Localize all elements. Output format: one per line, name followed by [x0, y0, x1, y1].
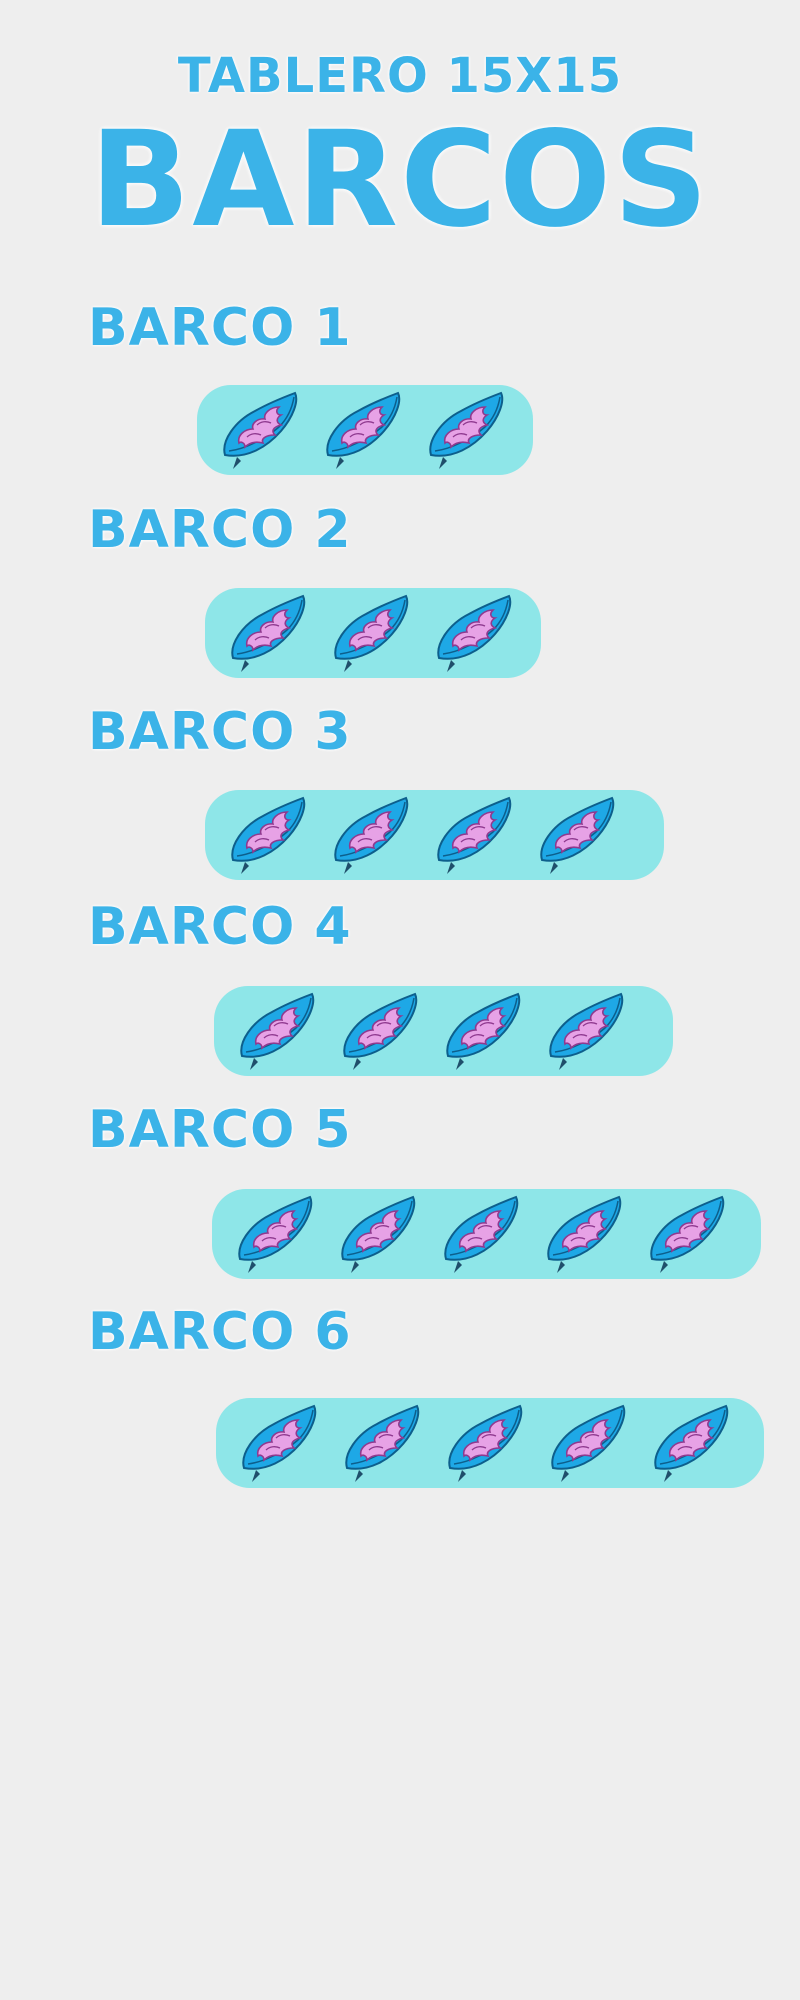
surfboard-icon: [543, 1404, 629, 1484]
surfboard-icon: [230, 1195, 316, 1275]
surfboard-icon: [335, 992, 421, 1072]
ship-tray-2[interactable]: [205, 588, 541, 678]
ship-tray-4[interactable]: [214, 986, 673, 1076]
surfboard-icon: [421, 391, 507, 471]
surfboard-icon: [223, 594, 309, 674]
surfboard-icon: [333, 1195, 419, 1275]
surfboard-icon: [646, 1404, 732, 1484]
ship-tray-5[interactable]: [212, 1189, 761, 1279]
surfboard-icon: [232, 992, 318, 1072]
surfboard-icon: [326, 796, 412, 876]
surfboard-icon: [436, 1195, 522, 1275]
ship-label-3: BARCO 3: [88, 702, 352, 762]
surfboard-icon: [541, 992, 627, 1072]
surfboard-icon: [234, 1404, 320, 1484]
surfboard-icon: [215, 391, 301, 471]
board-size-subtitle: TABLERO 15X15: [177, 48, 623, 104]
surfboard-icon: [532, 796, 618, 876]
surfboard-icon: [318, 391, 404, 471]
ship-label-6: BARCO 6: [88, 1302, 352, 1362]
ship-tray-6[interactable]: [216, 1398, 764, 1488]
ship-label-2: BARCO 2: [88, 500, 352, 560]
ship-label-5: BARCO 5: [88, 1100, 352, 1160]
ship-label-4: BARCO 4: [88, 897, 352, 957]
ship-label-1: BARCO 1: [88, 298, 352, 358]
ship-tray-1[interactable]: [197, 385, 533, 475]
surfboard-icon: [429, 594, 515, 674]
surfboard-icon: [438, 992, 524, 1072]
surfboard-icon: [223, 796, 309, 876]
surfboard-icon: [429, 796, 515, 876]
surfboard-icon: [642, 1195, 728, 1275]
ship-tray-3[interactable]: [205, 790, 664, 880]
page-title: BARCOS: [89, 103, 711, 257]
surfboard-icon: [326, 594, 412, 674]
surfboard-icon: [440, 1404, 526, 1484]
surfboard-icon: [539, 1195, 625, 1275]
surfboard-icon: [337, 1404, 423, 1484]
